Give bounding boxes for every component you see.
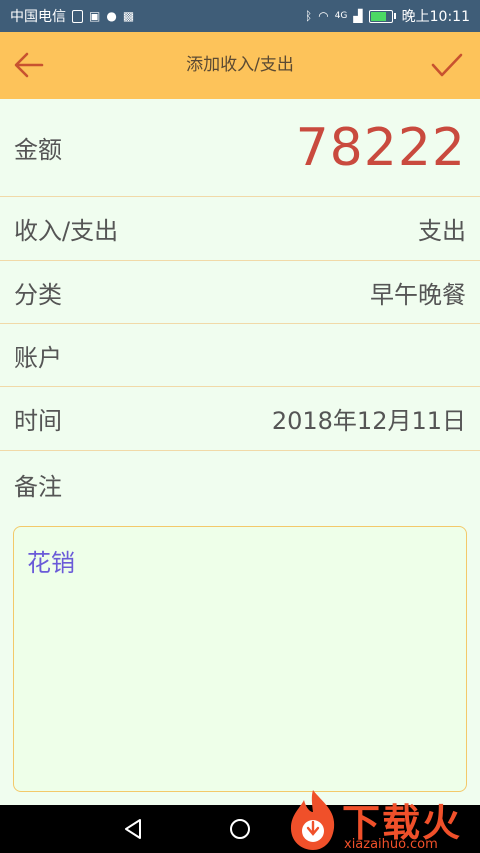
category-value[interactable]: 早午晚餐 [370,275,466,310]
amount-label: 金额 [14,136,62,164]
battery-level [370,11,387,21]
message-icon: ● [106,9,117,23]
sim-icon [72,9,83,23]
time-row[interactable]: 时间 2018年12月11日 [0,387,480,451]
signal-icon: ▟ [353,9,363,23]
notes-row: 备注 [0,451,480,517]
circle-home-icon[interactable] [228,817,252,841]
wifi-icon: ◠ [318,9,329,23]
notes-text[interactable]: 花销 [27,543,453,578]
status-bar-right: ᛒ ◠ 4G ▟ 晚上10:11 [305,6,470,26]
check-icon[interactable] [430,50,464,80]
watermark-logo: 下载火 xiazaihuo.com [282,784,480,853]
status-bar: 中国电信 ▣ ● ▩ ᛒ ◠ 4G ▟ 晚上10:11 [0,0,480,32]
time-value[interactable]: 2018年12月11日 [272,401,466,436]
battery-icon [368,9,396,23]
app-notification-icon: ▣ [89,9,101,23]
page-title: 添加收入/支出 [186,55,294,75]
notes-label: 备注 [14,472,62,501]
bluetooth-icon: ᛒ [305,9,313,23]
amount-value[interactable]: 78222 [296,118,466,178]
type-row[interactable]: 收入/支出 支出 [0,197,480,261]
amount-row[interactable]: 金额 78222 [0,99,480,197]
flame-logo-icon [290,790,335,850]
status-time: 晚上10:11 [401,9,470,25]
notification-badge-icon: ▩ [122,9,135,23]
account-label: 账户 [14,343,62,372]
time-label: 时间 [14,407,62,435]
category-row[interactable]: 分类 早午晚餐 [0,261,480,324]
type-value[interactable]: 支出 [418,211,466,246]
carrier-label: 中国电信 [10,9,66,25]
category-label: 分类 [14,280,62,309]
triangle-back-icon[interactable] [121,817,145,841]
status-bar-left: 中国电信 ▣ ● ▩ [10,6,134,26]
app-bar: 添加收入/支出 [0,32,480,99]
type-label: 收入/支出 [14,217,119,245]
arrow-left-icon[interactable] [12,50,46,80]
watermark-url: xiazaihuo.com [344,837,438,852]
account-row[interactable]: 账户 [0,324,480,387]
notes-textarea[interactable]: 花销 [13,526,467,792]
network-type-label: 4G [334,10,348,21]
